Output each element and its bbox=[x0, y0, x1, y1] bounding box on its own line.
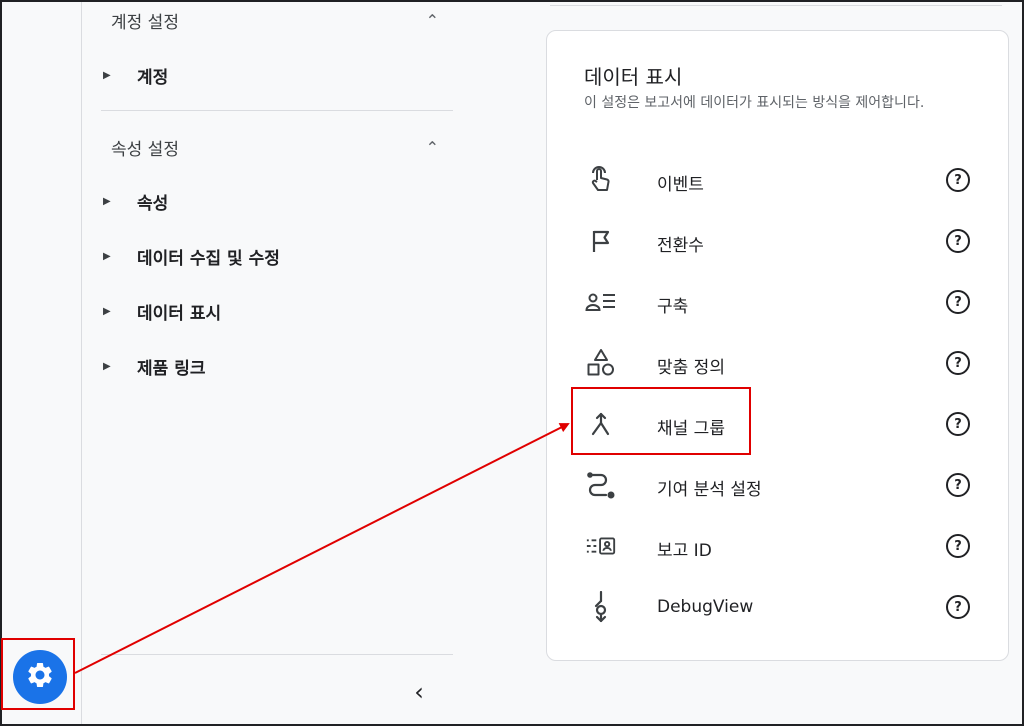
top-divider bbox=[550, 5, 1002, 6]
card-item-conversions[interactable]: 전환수 ? bbox=[547, 219, 1010, 263]
sidebar-item-label: 제품 링크 bbox=[137, 358, 206, 379]
footer-divider bbox=[101, 654, 453, 655]
reporting-id-icon bbox=[585, 532, 617, 560]
sidebar-item-product-links[interactable]: ▶ 제품 링크 bbox=[101, 348, 205, 384]
card-item-attribution-settings[interactable]: 기여 분석 설정 ? bbox=[547, 463, 1010, 507]
data-display-card: 데이터 표시 이 설정은 보고서에 데이터가 표시되는 방식을 제어합니다. 이… bbox=[546, 30, 1009, 661]
sidebar-item-label: 데이터 수집 및 수정 bbox=[137, 248, 280, 269]
expand-arrow-icon: ▶ bbox=[103, 69, 111, 81]
attribution-path-icon bbox=[585, 471, 617, 499]
property-settings-title: 속성 설정 bbox=[111, 139, 179, 160]
expand-arrow-icon: ▶ bbox=[103, 360, 111, 372]
account-settings-title: 계정 설정 bbox=[111, 12, 179, 33]
screenshot-frame: 계정 설정 ⌃ ▶ 계정 속성 설정 ⌃ ▶ 속성 ▶ 데이터 수집 및 수정 … bbox=[0, 0, 1024, 726]
card-description: 이 설정은 보고서에 데이터가 표시되는 방식을 제어합니다. bbox=[584, 95, 925, 111]
chevron-left-icon: ‹ bbox=[414, 678, 424, 706]
expand-arrow-icon: ▶ bbox=[103, 195, 111, 207]
debug-icon bbox=[585, 591, 617, 623]
card-title: 데이터 표시 bbox=[584, 65, 683, 89]
sidebar-item-data-display[interactable]: ▶ 데이터 표시 bbox=[101, 293, 221, 329]
card-item-debugview[interactable]: DebugView ? bbox=[547, 585, 1010, 629]
touch-icon bbox=[585, 166, 617, 194]
card-item-label: DebugView bbox=[657, 597, 754, 617]
card-item-label: 기여 분석 설정 bbox=[657, 480, 762, 500]
collapse-sidebar-button[interactable]: ‹ bbox=[405, 678, 433, 706]
expand-arrow-icon: ▶ bbox=[103, 305, 111, 317]
help-icon[interactable]: ? bbox=[946, 229, 970, 253]
help-icon[interactable]: ? bbox=[946, 351, 970, 375]
sidebar-item-account[interactable]: ▶ 계정 bbox=[101, 57, 168, 93]
annotation-gear-box bbox=[1, 638, 75, 710]
card-item-reporting-id[interactable]: 보고 ID ? bbox=[547, 524, 1010, 568]
left-rail bbox=[2, 2, 82, 724]
card-item-audiences[interactable]: 구축 ? bbox=[547, 280, 1010, 324]
flag-icon bbox=[585, 227, 617, 255]
help-icon[interactable]: ? bbox=[946, 168, 970, 192]
annotation-highlight-box bbox=[571, 387, 751, 455]
help-icon[interactable]: ? bbox=[946, 290, 970, 314]
card-item-label: 구축 bbox=[657, 297, 689, 317]
sidebar-item-label: 계정 bbox=[137, 67, 169, 88]
chevron-up-icon[interactable]: ⌃ bbox=[426, 138, 439, 157]
audience-icon bbox=[585, 288, 617, 316]
account-settings-header[interactable]: 계정 설정 ⌃ bbox=[111, 2, 447, 38]
expand-arrow-icon: ▶ bbox=[103, 250, 111, 262]
property-settings-header[interactable]: 속성 설정 ⌃ bbox=[111, 129, 447, 165]
sidebar-item-data-collection[interactable]: ▶ 데이터 수집 및 수정 bbox=[101, 238, 280, 274]
sidebar-item-label: 데이터 표시 bbox=[137, 303, 222, 324]
card-item-custom-definitions[interactable]: 맞춤 정의 ? bbox=[547, 341, 1010, 385]
help-icon[interactable]: ? bbox=[946, 412, 970, 436]
card-item-label: 맞춤 정의 bbox=[657, 358, 725, 378]
card-item-label: 전환수 bbox=[657, 236, 704, 256]
help-icon[interactable]: ? bbox=[946, 595, 970, 619]
card-item-events[interactable]: 이벤트 ? bbox=[547, 158, 1010, 202]
card-item-label: 보고 ID bbox=[657, 541, 712, 561]
card-item-label: 이벤트 bbox=[657, 175, 704, 195]
shapes-icon bbox=[585, 349, 617, 377]
section-divider bbox=[101, 110, 453, 111]
sidebar-item-label: 속성 bbox=[137, 193, 169, 214]
help-icon[interactable]: ? bbox=[946, 534, 970, 558]
help-icon[interactable]: ? bbox=[946, 473, 970, 497]
admin-sidebar: 계정 설정 ⌃ ▶ 계정 속성 설정 ⌃ ▶ 속성 ▶ 데이터 수집 및 수정 … bbox=[83, 2, 463, 724]
sidebar-item-property[interactable]: ▶ 속성 bbox=[101, 183, 168, 219]
chevron-up-icon[interactable]: ⌃ bbox=[426, 11, 439, 30]
